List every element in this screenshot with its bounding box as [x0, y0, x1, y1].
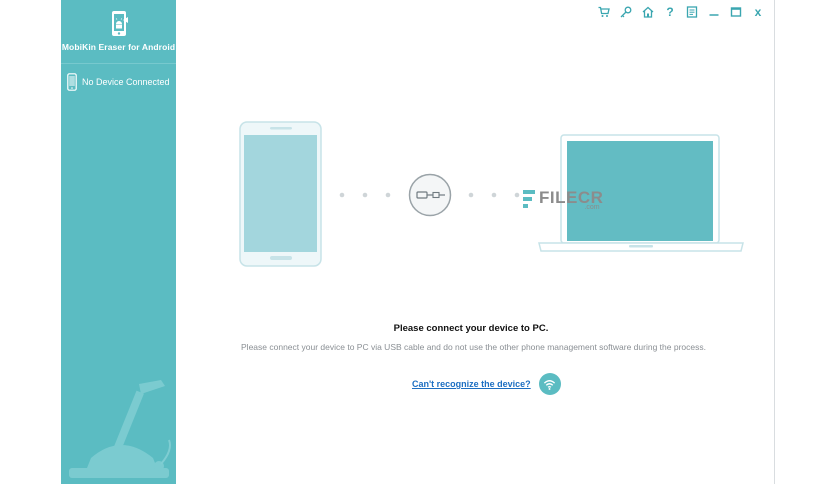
connection-dots-right — [468, 192, 520, 198]
usb-cable-icon — [408, 173, 452, 217]
prompt-description: Please connect your device to PC via USB… — [241, 342, 706, 352]
watermark-logo-icon — [523, 190, 535, 208]
prompt-title: Please connect your device to PC. — [393, 323, 549, 334]
watermark-suffix: .com — [584, 204, 600, 211]
watermark: FILECR .com — [520, 188, 603, 214]
help-row: Can't recognize the device? — [412, 373, 561, 395]
cant-recognize-link[interactable]: Can't recognize the device? — [412, 379, 531, 389]
wifi-connect-button[interactable] — [538, 373, 561, 395]
connection-dots-left — [339, 192, 391, 198]
vacuum-illustration-icon — [69, 380, 171, 478]
app-window: MobiKin Eraser for Android No Device Con… — [61, 0, 775, 484]
connect-illustration — [239, 121, 744, 267]
wifi-icon — [544, 379, 556, 390]
phone-illustration-icon — [239, 121, 322, 267]
